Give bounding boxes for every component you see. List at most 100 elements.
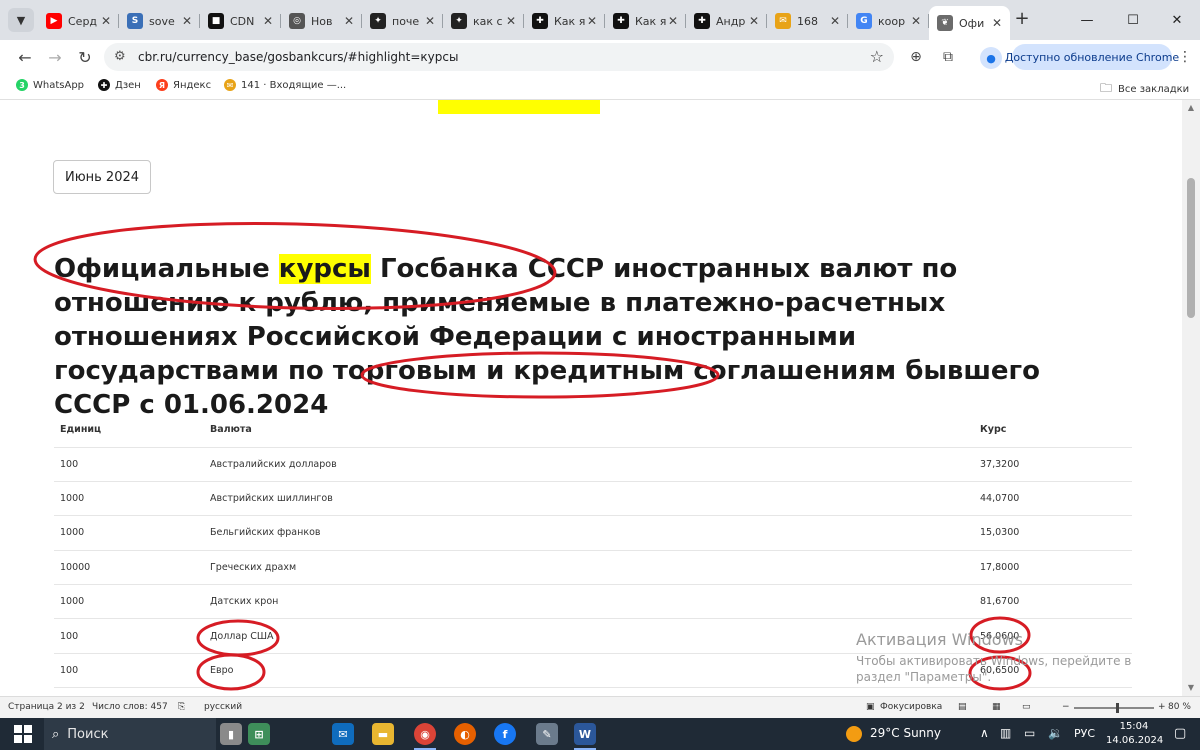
address-bar[interactable]: ⚙ cbr.ru/currency_base/gosbankcurs/#high… [104, 43, 894, 71]
update-chrome-button[interactable]: Доступно обновление Chrome [1005, 44, 1179, 70]
activation-title: Активация Windows [856, 630, 1023, 649]
zoom-slider-knob[interactable] [1116, 703, 1119, 713]
page-count[interactable]: Страница 2 из 2 [8, 702, 85, 712]
cell-rate: 81,6700 [974, 584, 1132, 620]
tab-title: поче [392, 14, 420, 28]
tab-title: 168 [797, 14, 818, 28]
back-button[interactable]: ← [14, 46, 36, 68]
tab-1[interactable]: Ssove ✕ [119, 6, 200, 36]
bookmark-item[interactable]: ✚ Дзен [98, 79, 141, 91]
sun-icon[interactable] [846, 726, 862, 742]
close-tab-icon[interactable]: ✕ [828, 14, 842, 28]
trash-app-icon[interactable]: ▮ [220, 723, 242, 745]
url-text[interactable]: cbr.ru/currency_base/gosbankcurs/#highli… [138, 50, 458, 64]
translate-icon[interactable]: ⊕ [906, 47, 926, 67]
focus-mode[interactable]: Фокусировка [880, 702, 942, 712]
weather-text[interactable]: 29°C Sunny [870, 726, 941, 740]
word-app-icon[interactable]: W [574, 723, 596, 745]
read-mode-icon[interactable]: ▤ [958, 702, 967, 712]
scroll-up-icon[interactable]: ▲ [1182, 100, 1200, 116]
tab-6[interactable]: ✚ Как я ✕ [524, 6, 605, 36]
paint-app-icon[interactable]: ✎ [536, 723, 558, 745]
close-tab-icon[interactable]: ✕ [261, 14, 275, 28]
zoom-out-icon[interactable]: − [1062, 702, 1070, 712]
reload-button[interactable]: ↻ [74, 46, 96, 68]
bookmarks-bar: 3 WhatsApp ✚ Дзен Я Яндекс ✉ 141 · Входящие —..… [0, 74, 1200, 100]
volume-icon[interactable]: 🔉 [1048, 726, 1063, 740]
tab-11[interactable]: ❦ Офи ✕ [929, 6, 1010, 40]
tab-10[interactable]: Gкоор ✕ [848, 6, 929, 36]
proofing-icon[interactable]: ⎘ [178, 702, 185, 712]
battery-icon[interactable]: ▭ [1024, 726, 1035, 740]
extensions-icon[interactable]: ⧉ [938, 47, 958, 67]
bookmark-favicon-icon: ✉ [224, 79, 236, 91]
bookmark-star-icon[interactable]: ☆ [870, 47, 884, 66]
mail-app-icon[interactable]: ✉ [332, 723, 354, 745]
firefox-app-icon[interactable]: ◐ [454, 723, 476, 745]
tab-2[interactable]: ■ CDN ✕ [200, 6, 281, 36]
tab-favicon-icon: G [856, 13, 872, 29]
windows-start-icon[interactable] [14, 725, 32, 743]
new-tab-button[interactable]: + [1012, 10, 1032, 30]
focus-icon[interactable]: ▣ [866, 702, 875, 712]
tab-5[interactable]: ✦ как с ✕ [443, 6, 524, 36]
tab-8[interactable]: ✚ Андр ✕ [686, 6, 767, 36]
all-bookmarks-label: Все закладки [1118, 84, 1190, 95]
header-currency: Валюта [204, 413, 974, 448]
tab-search-button[interactable]: ▼ [8, 8, 34, 32]
tab-0[interactable]: ▶ Серд ✕ [38, 6, 119, 36]
arrow-left-icon: ← [18, 47, 32, 67]
language-indicator[interactable]: русский [204, 702, 242, 712]
facebook-app-icon[interactable]: f [494, 723, 516, 745]
close-tab-icon[interactable]: ✕ [585, 14, 599, 28]
system-clock[interactable]: 15:04 14.06.2024 [1106, 720, 1163, 748]
menu-dots-icon[interactable]: ⋮ [1178, 49, 1192, 65]
maps-app-icon[interactable]: ⊞ [248, 723, 270, 745]
tab-7[interactable]: ✚ Как я ✕ [605, 6, 686, 36]
file-explorer-icon[interactable]: ▬ [372, 723, 394, 745]
web-layout-icon[interactable]: ▭ [1022, 702, 1031, 712]
close-tab-icon[interactable]: ✕ [180, 14, 194, 28]
minimize-button[interactable]: — [1064, 0, 1110, 40]
close-tab-icon[interactable]: ✕ [990, 16, 1004, 30]
close-tab-icon[interactable]: ✕ [666, 14, 680, 28]
close-tab-icon[interactable]: ✕ [99, 14, 113, 28]
tab-9[interactable]: ✉ 168 ✕ [767, 6, 848, 36]
word-count[interactable]: Число слов: 457 [92, 702, 168, 712]
close-tab-icon[interactable]: ✕ [747, 14, 761, 28]
profile-avatar[interactable]: ● [980, 47, 1002, 69]
page-scrollbar[interactable]: ▲ ▼ [1182, 100, 1200, 696]
scroll-down-icon[interactable]: ▼ [1182, 680, 1200, 696]
close-tab-icon[interactable]: ✕ [342, 14, 356, 28]
close-window-button[interactable]: ✕ [1154, 0, 1200, 40]
scroll-thumb[interactable] [1187, 178, 1195, 318]
tab-favicon-icon: ✚ [613, 13, 629, 29]
bookmark-item[interactable]: ✉ 141 · Входящие —... [224, 79, 346, 91]
zoom-slider[interactable] [1074, 707, 1154, 709]
taskbar-search[interactable]: ⌕ Поиск [44, 718, 216, 750]
tab-3[interactable]: ◎ Нов ✕ [281, 6, 362, 36]
chrome-app-icon[interactable]: ◉ [414, 723, 436, 745]
close-tab-icon[interactable]: ✕ [423, 14, 437, 28]
tab-4[interactable]: ✦ поче ✕ [362, 6, 443, 36]
keyboard-language[interactable]: РУС [1074, 727, 1095, 740]
month-selector[interactable]: Июнь 2024 [53, 160, 151, 194]
print-layout-icon[interactable]: ▦ [992, 702, 1001, 712]
maximize-button[interactable]: ☐ [1110, 0, 1156, 40]
network-icon[interactable]: ▥ [1000, 726, 1011, 740]
cell-units: 10000 [54, 550, 204, 586]
bookmark-item[interactable]: 3 WhatsApp [16, 79, 84, 91]
close-tab-icon[interactable]: ✕ [504, 14, 518, 28]
zoom-in-icon[interactable]: + [1158, 702, 1166, 712]
close-tab-icon[interactable]: ✕ [909, 14, 923, 28]
forward-button[interactable]: → [44, 46, 66, 68]
site-info-icon[interactable]: ⚙ [114, 49, 126, 64]
table-row: 1000 Датских крон 81,6700 [54, 584, 1132, 620]
tray-chevron-icon[interactable]: ∧ [980, 726, 989, 740]
bookmark-item[interactable]: Я Яндекс [156, 79, 211, 91]
all-bookmarks[interactable]: 🗀 Все закладки [1100, 79, 1189, 100]
zoom-level[interactable]: 80 % [1168, 702, 1191, 712]
notification-icon[interactable]: ▢ [1174, 726, 1186, 741]
tab-title: Офи [959, 16, 985, 30]
tab-title: Как я [554, 14, 585, 28]
